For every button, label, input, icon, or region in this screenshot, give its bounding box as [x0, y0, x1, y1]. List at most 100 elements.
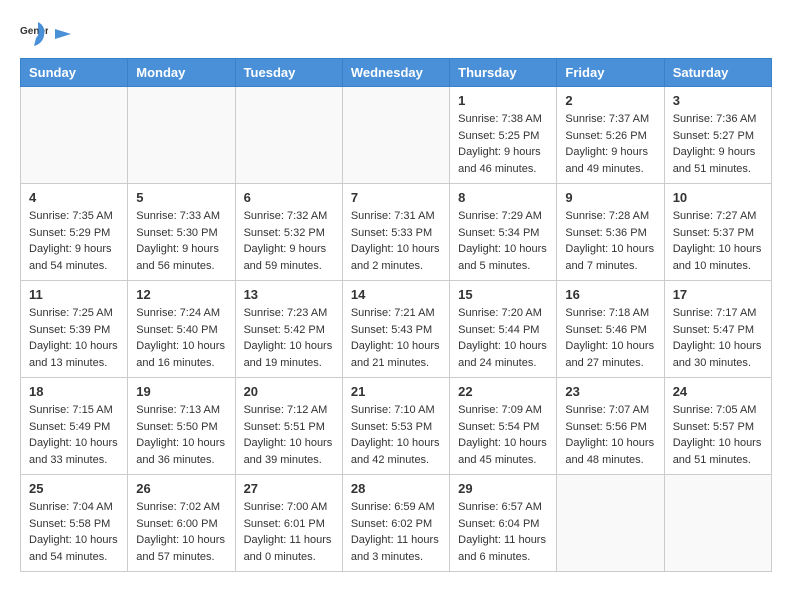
day-info: Sunrise: 7:13 AM Sunset: 5:50 PM Dayligh… — [136, 402, 226, 468]
calendar-cell — [128, 87, 235, 184]
logo-icon: General — [20, 20, 48, 48]
day-number: 24 — [673, 384, 763, 399]
day-info: Sunrise: 7:17 AM Sunset: 5:47 PM Dayligh… — [673, 305, 763, 371]
calendar: SundayMondayTuesdayWednesdayThursdayFrid… — [20, 58, 772, 572]
day-info: Sunrise: 7:29 AM Sunset: 5:34 PM Dayligh… — [458, 208, 548, 274]
day-number: 28 — [351, 481, 441, 496]
day-number: 13 — [244, 287, 334, 302]
day-number: 23 — [565, 384, 655, 399]
week-row-4: 18 Sunrise: 7:15 AM Sunset: 5:49 PM Dayli… — [21, 378, 772, 475]
day-info: Sunrise: 7:25 AM Sunset: 5:39 PM Dayligh… — [29, 305, 119, 371]
calendar-cell — [21, 87, 128, 184]
calendar-cell: 3 Sunrise: 7:36 AM Sunset: 5:27 PM Daylig… — [664, 87, 771, 184]
day-info: Sunrise: 7:23 AM Sunset: 5:42 PM Dayligh… — [244, 305, 334, 371]
day-number: 11 — [29, 287, 119, 302]
calendar-cell: 12Sunrise: 7:24 AM Sunset: 5:40 PM Dayli… — [128, 281, 235, 378]
week-row-3: 11 Sunrise: 7:25 AM Sunset: 5:39 PM Dayli… — [21, 281, 772, 378]
day-info: Sunrise: 6:59 AM Sunset: 6:02 PM Dayligh… — [351, 499, 441, 565]
calendar-cell: 2 Sunrise: 7:37 AM Sunset: 5:26 PM Daylig… — [557, 87, 664, 184]
calendar-cell: 24Sunrise: 7:05 AM Sunset: 5:57 PM Dayli… — [664, 378, 771, 475]
day-info: Sunrise: 7:20 AM Sunset: 5:44 PM Dayligh… — [458, 305, 548, 371]
day-info: Sunrise: 7:33 AM Sunset: 5:30 PM Dayligh… — [136, 208, 226, 274]
calendar-cell: 21 Sunrise: 7:10 AM Sunset: 5:53 PM Dayli… — [342, 378, 449, 475]
calendar-cell: 10 Sunrise: 7:27 AM Sunset: 5:37 PM Dayli… — [664, 184, 771, 281]
day-info: Sunrise: 7:18 AM Sunset: 5:46 PM Dayligh… — [565, 305, 655, 371]
day-info: Sunrise: 7:35 AM Sunset: 5:29 PM Dayligh… — [29, 208, 119, 274]
day-number: 18 — [29, 384, 119, 399]
logo: General — [20, 20, 73, 48]
calendar-cell: 5 Sunrise: 7:33 AM Sunset: 5:30 PM Daylig… — [128, 184, 235, 281]
week-row-5: 25Sunrise: 7:04 AM Sunset: 5:58 PM Dayli… — [21, 475, 772, 572]
weekday-header-tuesday: Tuesday — [235, 59, 342, 87]
weekday-header-wednesday: Wednesday — [342, 59, 449, 87]
weekday-header-friday: Friday — [557, 59, 664, 87]
day-info: Sunrise: 7:24 AM Sunset: 5:40 PM Dayligh… — [136, 305, 226, 371]
calendar-cell: 8 Sunrise: 7:29 AM Sunset: 5:34 PM Daylig… — [450, 184, 557, 281]
day-number: 9 — [565, 190, 655, 205]
day-info: Sunrise: 7:10 AM Sunset: 5:53 PM Dayligh… — [351, 402, 441, 468]
weekday-header-thursday: Thursday — [450, 59, 557, 87]
weekday-header-row: SundayMondayTuesdayWednesdayThursdayFrid… — [21, 59, 772, 87]
day-number: 26 — [136, 481, 226, 496]
header: General — [20, 20, 772, 48]
week-row-1: 1 Sunrise: 7:38 AM Sunset: 5:25 PM Daylig… — [21, 87, 772, 184]
calendar-cell: 25Sunrise: 7:04 AM Sunset: 5:58 PM Dayli… — [21, 475, 128, 572]
day-info: Sunrise: 7:09 AM Sunset: 5:54 PM Dayligh… — [458, 402, 548, 468]
weekday-header-monday: Monday — [128, 59, 235, 87]
calendar-cell: 19Sunrise: 7:13 AM Sunset: 5:50 PM Dayli… — [128, 378, 235, 475]
calendar-cell: 23 Sunrise: 7:07 AM Sunset: 5:56 PM Dayli… — [557, 378, 664, 475]
day-info: Sunrise: 7:38 AM Sunset: 5:25 PM Dayligh… — [458, 111, 548, 177]
calendar-cell: 7 Sunrise: 7:31 AM Sunset: 5:33 PM Daylig… — [342, 184, 449, 281]
logo-arrow-icon — [53, 24, 73, 44]
calendar-cell — [235, 87, 342, 184]
day-info: Sunrise: 7:00 AM Sunset: 6:01 PM Dayligh… — [244, 499, 334, 565]
day-info: Sunrise: 7:36 AM Sunset: 5:27 PM Dayligh… — [673, 111, 763, 177]
day-info: Sunrise: 7:27 AM Sunset: 5:37 PM Dayligh… — [673, 208, 763, 274]
calendar-cell: 14Sunrise: 7:21 AM Sunset: 5:43 PM Dayli… — [342, 281, 449, 378]
day-number: 10 — [673, 190, 763, 205]
calendar-cell: 17Sunrise: 7:17 AM Sunset: 5:47 PM Dayli… — [664, 281, 771, 378]
calendar-cell: 16 Sunrise: 7:18 AM Sunset: 5:46 PM Dayli… — [557, 281, 664, 378]
calendar-cell: 20 Sunrise: 7:12 AM Sunset: 5:51 PM Dayli… — [235, 378, 342, 475]
calendar-cell: 4 Sunrise: 7:35 AM Sunset: 5:29 PM Daylig… — [21, 184, 128, 281]
day-number: 15 — [458, 287, 548, 302]
day-info: Sunrise: 7:31 AM Sunset: 5:33 PM Dayligh… — [351, 208, 441, 274]
day-number: 8 — [458, 190, 548, 205]
calendar-cell: 22 Sunrise: 7:09 AM Sunset: 5:54 PM Dayli… — [450, 378, 557, 475]
calendar-cell: 26 Sunrise: 7:02 AM Sunset: 6:00 PM Dayli… — [128, 475, 235, 572]
day-info: Sunrise: 7:04 AM Sunset: 5:58 PM Dayligh… — [29, 499, 119, 565]
calendar-cell: 9 Sunrise: 7:28 AM Sunset: 5:36 PM Daylig… — [557, 184, 664, 281]
day-info: Sunrise: 7:21 AM Sunset: 5:43 PM Dayligh… — [351, 305, 441, 371]
day-number: 1 — [458, 93, 548, 108]
day-info: Sunrise: 7:12 AM Sunset: 5:51 PM Dayligh… — [244, 402, 334, 468]
day-number: 5 — [136, 190, 226, 205]
calendar-cell: 1 Sunrise: 7:38 AM Sunset: 5:25 PM Daylig… — [450, 87, 557, 184]
day-info: Sunrise: 6:57 AM Sunset: 6:04 PM Dayligh… — [458, 499, 548, 565]
weekday-header-saturday: Saturday — [664, 59, 771, 87]
day-number: 4 — [29, 190, 119, 205]
day-info: Sunrise: 7:28 AM Sunset: 5:36 PM Dayligh… — [565, 208, 655, 274]
day-info: Sunrise: 7:37 AM Sunset: 5:26 PM Dayligh… — [565, 111, 655, 177]
day-number: 20 — [244, 384, 334, 399]
day-info: Sunrise: 7:07 AM Sunset: 5:56 PM Dayligh… — [565, 402, 655, 468]
calendar-cell — [664, 475, 771, 572]
day-number: 3 — [673, 93, 763, 108]
calendar-cell: 6Sunrise: 7:32 AM Sunset: 5:32 PM Daylig… — [235, 184, 342, 281]
weekday-header-sunday: Sunday — [21, 59, 128, 87]
calendar-cell: 18 Sunrise: 7:15 AM Sunset: 5:49 PM Dayli… — [21, 378, 128, 475]
day-number: 7 — [351, 190, 441, 205]
day-number: 21 — [351, 384, 441, 399]
calendar-cell — [557, 475, 664, 572]
day-info: Sunrise: 7:02 AM Sunset: 6:00 PM Dayligh… — [136, 499, 226, 565]
day-number: 6 — [244, 190, 334, 205]
day-number: 16 — [565, 287, 655, 302]
calendar-cell: 13 Sunrise: 7:23 AM Sunset: 5:42 PM Dayli… — [235, 281, 342, 378]
calendar-cell: 27Sunrise: 7:00 AM Sunset: 6:01 PM Dayli… — [235, 475, 342, 572]
day-number: 22 — [458, 384, 548, 399]
calendar-cell: 15 Sunrise: 7:20 AM Sunset: 5:44 PM Dayli… — [450, 281, 557, 378]
week-row-2: 4 Sunrise: 7:35 AM Sunset: 5:29 PM Daylig… — [21, 184, 772, 281]
day-info: Sunrise: 7:15 AM Sunset: 5:49 PM Dayligh… — [29, 402, 119, 468]
calendar-cell: 29Sunrise: 6:57 AM Sunset: 6:04 PM Dayli… — [450, 475, 557, 572]
calendar-cell: 28 Sunrise: 6:59 AM Sunset: 6:02 PM Dayli… — [342, 475, 449, 572]
day-number: 2 — [565, 93, 655, 108]
